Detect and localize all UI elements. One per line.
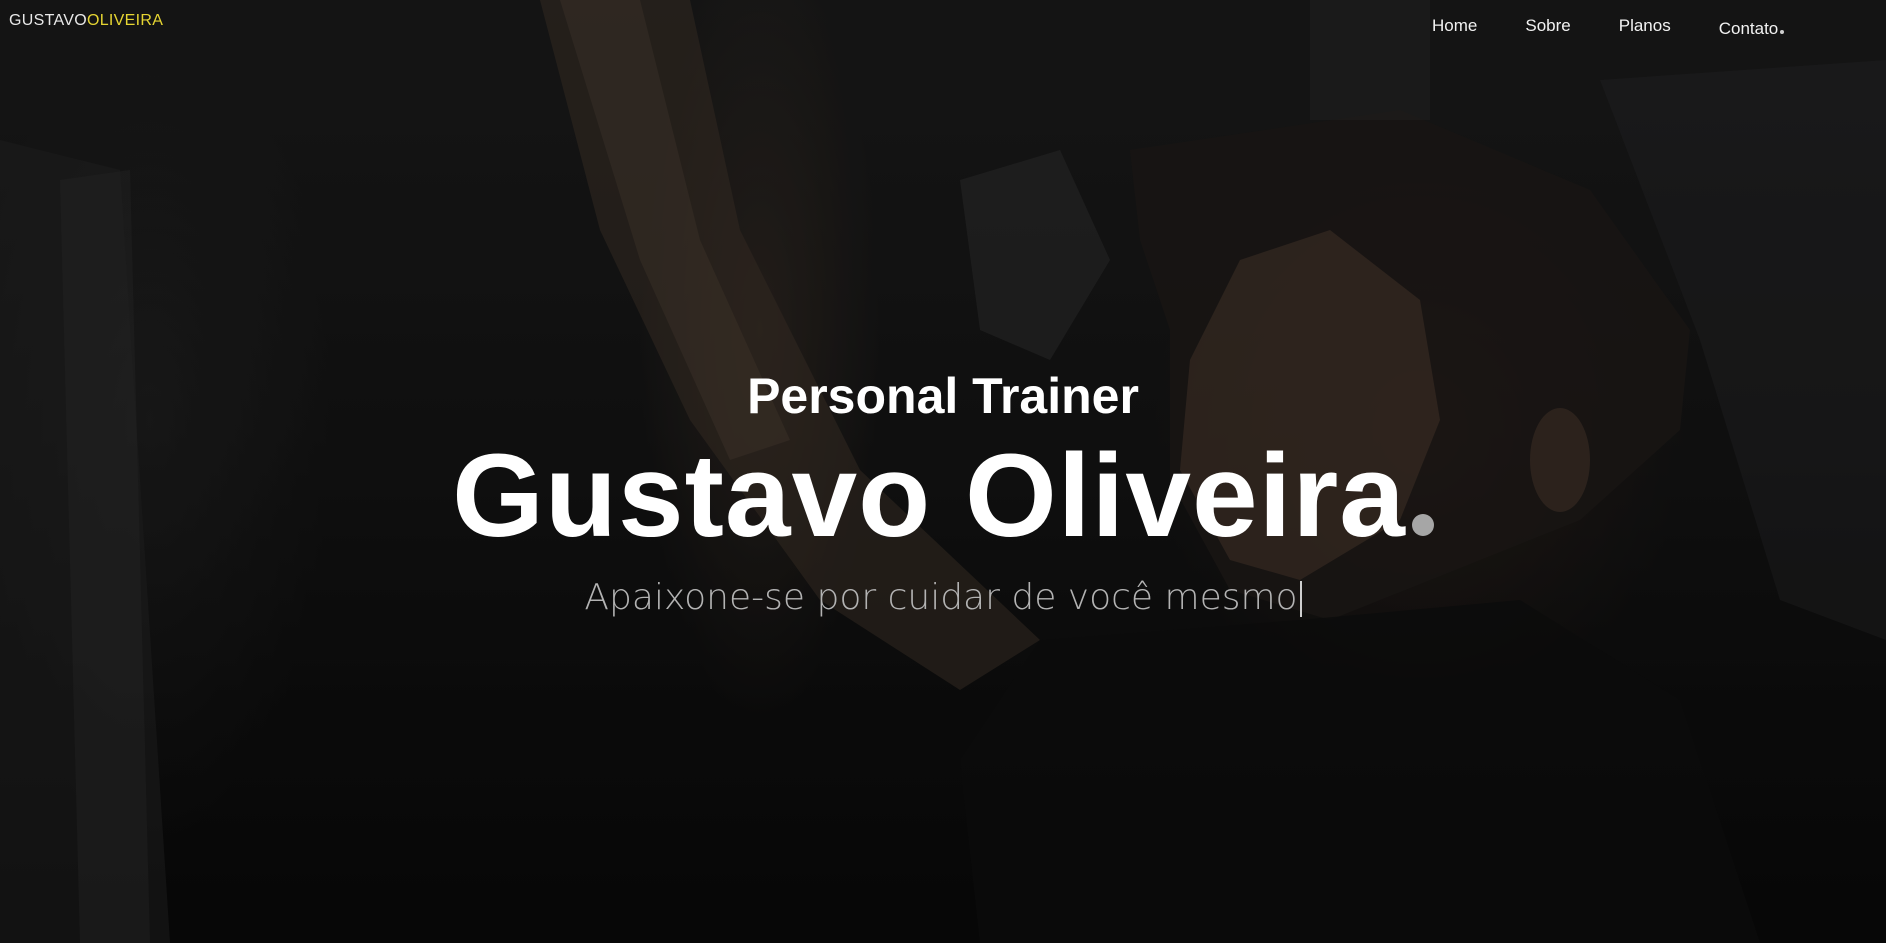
hero-tagline: Apaixone-se por cuidar de você mesmo (0, 574, 1886, 622)
hero-tagline-text: Apaixone-se por cuidar de você mesmo (584, 577, 1298, 618)
nav-links: Home Sobre Planos Contato (1432, 16, 1785, 39)
nav-item-home[interactable]: Home (1432, 16, 1477, 36)
nav-item-sobre[interactable]: Sobre (1525, 16, 1570, 36)
brand-logo[interactable]: GUSTAVOOLIVEIRA (9, 12, 163, 30)
hero-title: Gustavo Oliveira (0, 430, 1886, 562)
hero-title-text: Gustavo Oliveira (452, 430, 1406, 562)
nav-item-contato-label: Contato (1718, 19, 1779, 38)
logo-last-name: OLIVEIRA (86, 12, 164, 29)
logo-first-name: GUSTAVO (9, 12, 87, 29)
text-cursor-icon (1299, 581, 1302, 617)
top-navbar: GUSTAVOOLIVEIRA Home Sobre Planos Contat… (0, 0, 1886, 50)
dot-icon (1780, 30, 1785, 34)
dot-icon (1411, 514, 1434, 536)
nav-item-planos[interactable]: Planos (1619, 16, 1671, 36)
hero-section: Personal Trainer Gustavo Oliveira Apaixo… (0, 362, 1886, 622)
hero-subtitle: Personal Trainer (747, 368, 1139, 424)
nav-item-contato[interactable]: Contato (1719, 19, 1785, 39)
